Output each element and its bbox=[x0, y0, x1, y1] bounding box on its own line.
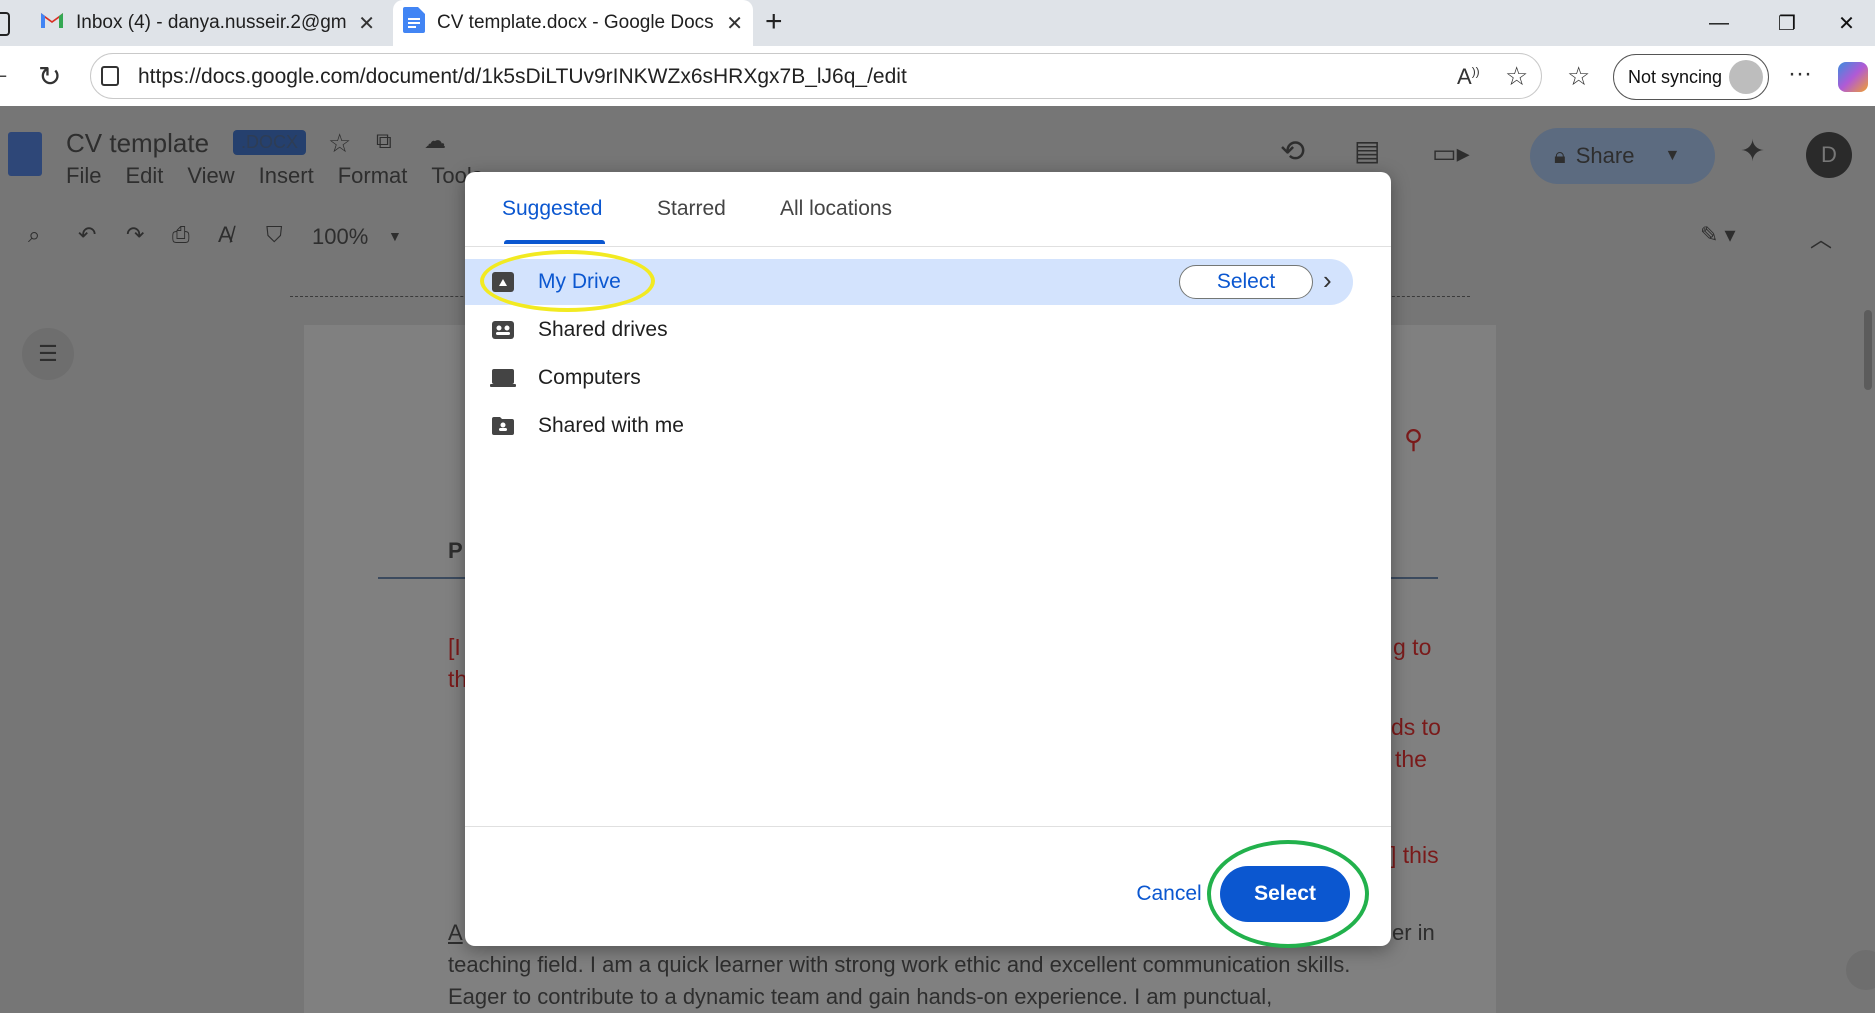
chevron-down-icon: ▼ bbox=[388, 228, 402, 244]
active-tab-indicator bbox=[504, 240, 605, 244]
profile-sync-button[interactable]: Not syncing bbox=[1613, 54, 1769, 100]
back-icon[interactable]: – bbox=[0, 62, 6, 88]
cloud-status-icon[interactable]: ☁ bbox=[424, 128, 446, 154]
zoom-select[interactable]: 100% bbox=[312, 224, 368, 250]
avatar-letter: D bbox=[1821, 142, 1837, 167]
favorites-icon[interactable]: ☆ bbox=[1567, 61, 1590, 92]
shared-drives-icon bbox=[490, 319, 516, 341]
body-text-fragment: A bbox=[448, 920, 463, 945]
comments-icon[interactable]: ▤ bbox=[1354, 134, 1380, 167]
undo-icon[interactable]: ↶ bbox=[78, 222, 96, 248]
docx-badge: .DOCX bbox=[233, 130, 307, 155]
tab-suggested[interactable]: Suggested bbox=[502, 172, 602, 246]
location-row-shared-with-me[interactable]: Shared with me bbox=[465, 403, 1353, 449]
account-avatar[interactable]: D bbox=[1806, 132, 1852, 178]
browser-tab-gmail[interactable]: Inbox (4) - danya.nusseir.2@gmail ✕ bbox=[40, 0, 385, 46]
redo-icon[interactable]: ↷ bbox=[126, 222, 144, 248]
computer-icon bbox=[490, 367, 516, 389]
restore-icon[interactable]: ❐ bbox=[1753, 0, 1821, 46]
favorite-star-icon[interactable]: ☆ bbox=[1505, 61, 1528, 92]
share-label: Share bbox=[1575, 143, 1635, 168]
more-icon[interactable]: ··· bbox=[1788, 60, 1812, 88]
menu-view[interactable]: View bbox=[187, 163, 234, 189]
cancel-button[interactable]: Cancel bbox=[1119, 872, 1219, 916]
browser-tab-strip: Inbox (4) - danya.nusseir.2@gmail ✕ CV t… bbox=[0, 0, 1875, 46]
outline-button[interactable]: ☰ bbox=[22, 328, 74, 380]
browser-tab-docs[interactable]: CV template.docx - Google Docs ✕ bbox=[393, 0, 753, 46]
red-text-fragment: [I bbox=[448, 634, 461, 660]
meet-icon[interactable]: ▭▸ bbox=[1432, 138, 1470, 169]
divider bbox=[465, 826, 1391, 827]
star-icon[interactable]: ☆ bbox=[328, 128, 351, 159]
location-row-computers[interactable]: Computers bbox=[465, 355, 1353, 401]
divider bbox=[465, 246, 1391, 247]
menu-edit[interactable]: Edit bbox=[125, 163, 163, 189]
profile-avatar bbox=[1729, 60, 1763, 94]
edit-mode-icon[interactable]: ✎ ▾ bbox=[1700, 222, 1736, 248]
red-text-fragment: ds to bbox=[1391, 714, 1441, 740]
gemini-icon[interactable]: ✦ bbox=[1740, 134, 1765, 169]
window-close-icon[interactable]: ✕ bbox=[1818, 0, 1875, 46]
chevron-down-icon[interactable]: ▼ bbox=[1664, 147, 1680, 165]
chevron-right-icon[interactable]: › bbox=[1323, 265, 1332, 296]
location-label: Computers bbox=[538, 366, 641, 389]
red-text-fragment: ] this bbox=[1390, 842, 1439, 868]
body-text-line: Eager to contribute to a dynamic team an… bbox=[448, 984, 1273, 1009]
docs-logo-icon[interactable] bbox=[8, 132, 42, 176]
search-icon[interactable]: ⌕ bbox=[28, 222, 40, 248]
move-folder-icon[interactable]: ⧉ bbox=[376, 128, 392, 154]
lock-icon: 🔒︎ bbox=[1554, 143, 1566, 168]
tab-actions-icon[interactable] bbox=[0, 12, 10, 36]
menu-bar: File Edit View Insert Format Tools bbox=[66, 163, 483, 189]
shared-folder-icon bbox=[490, 415, 516, 437]
version-history-icon[interactable]: ⟲ bbox=[1280, 134, 1305, 169]
body-text-line: teaching field. I am a quick learner wit… bbox=[448, 952, 1351, 977]
tab-title: CV template.docx - Google Docs bbox=[437, 12, 714, 33]
tab-all-locations[interactable]: All locations bbox=[780, 172, 892, 246]
url-text[interactable]: https://docs.google.com/document/d/1k5sD… bbox=[138, 65, 907, 89]
close-icon[interactable]: ✕ bbox=[358, 11, 375, 36]
body-text-fragment: er in bbox=[1392, 920, 1435, 945]
highlight-circle-select bbox=[1207, 840, 1369, 948]
doc-title[interactable]: CV template bbox=[66, 128, 209, 159]
minimize-icon[interactable]: — bbox=[1685, 0, 1753, 46]
red-text-fragment: the bbox=[1395, 746, 1427, 772]
tab-title: Inbox (4) - danya.nusseir.2@gmail bbox=[76, 12, 346, 33]
close-icon[interactable]: ✕ bbox=[726, 11, 743, 36]
red-text-fragment: g to bbox=[1393, 634, 1432, 660]
menu-format[interactable]: Format bbox=[338, 163, 408, 189]
row-select-button[interactable]: Select bbox=[1179, 265, 1313, 299]
location-label: Shared drives bbox=[538, 318, 668, 341]
gmail-icon bbox=[40, 11, 64, 35]
menu-insert[interactable]: Insert bbox=[259, 163, 314, 189]
collapse-toolbar-icon[interactable]: ︿ bbox=[1810, 222, 1832, 254]
new-tab-icon[interactable]: + bbox=[765, 5, 783, 39]
menu-file[interactable]: File bbox=[66, 163, 101, 189]
reload-icon[interactable]: ↻ bbox=[38, 60, 61, 93]
location-label: Shared with me bbox=[538, 414, 684, 437]
print-icon[interactable]: ⎙ bbox=[172, 222, 190, 248]
copilot-icon[interactable] bbox=[1838, 62, 1868, 92]
scrollbar[interactable] bbox=[1864, 310, 1872, 390]
doc-heading-fragment: P bbox=[448, 538, 463, 563]
location-pin-icon: ⚲ bbox=[1404, 424, 1424, 454]
sync-label: Not syncing bbox=[1628, 66, 1723, 87]
paint-format-icon[interactable]: ⛉ bbox=[266, 222, 283, 248]
read-aloud-icon[interactable]: A)) bbox=[1457, 64, 1480, 90]
spellcheck-icon[interactable]: A̸ bbox=[218, 222, 233, 248]
share-button[interactable]: 🔒︎ Share ▼ bbox=[1530, 128, 1715, 184]
location-row-shared-drives[interactable]: Shared drives bbox=[465, 307, 1353, 353]
tab-starred[interactable]: Starred bbox=[657, 172, 726, 246]
site-info-icon[interactable] bbox=[101, 66, 119, 86]
highlight-circle-my-drive bbox=[480, 250, 655, 312]
outline-icon: ☰ bbox=[38, 341, 58, 366]
docs-icon bbox=[403, 7, 425, 39]
